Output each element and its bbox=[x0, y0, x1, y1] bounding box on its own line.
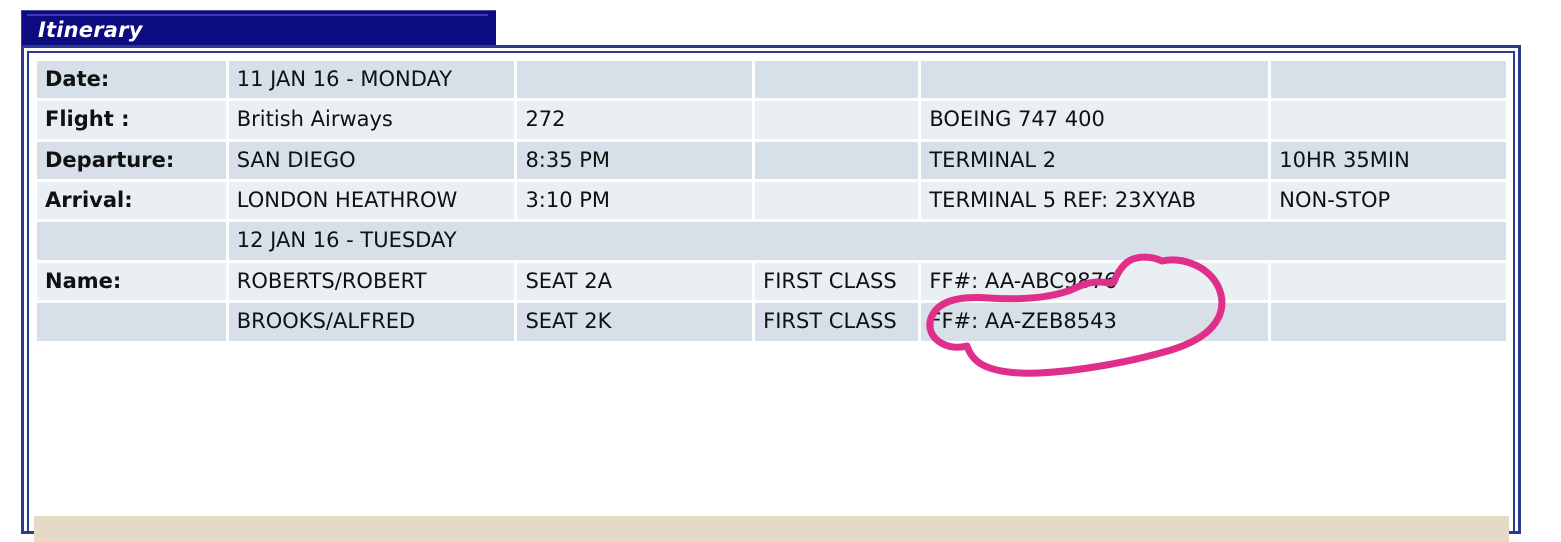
table-row: Name: ROBERTS/ROBERT SEAT 2A FIRST CLASS FF#… bbox=[37, 262, 1506, 301]
departure-city: SAN DIEGO bbox=[228, 141, 515, 180]
itinerary-table: Date: 11 JAN 16 - MONDAY Flight : British A… bbox=[34, 58, 1509, 344]
flight-airline: British Airways bbox=[228, 101, 515, 139]
table-row: BROOKS/ALFRED SEAT 2K FIRST CLASS FF#: AA-Z… bbox=[37, 303, 1506, 341]
departure-terminal: TERMINAL 2 bbox=[921, 141, 1269, 180]
flight-col6 bbox=[1271, 101, 1506, 139]
arrival-date-label-blank bbox=[37, 222, 226, 260]
date-value: 11 JAN 16 - MONDAY bbox=[228, 61, 515, 99]
date-col5 bbox=[921, 61, 1269, 99]
itinerary-panel: Date: 11 JAN 16 - MONDAY Flight : British A… bbox=[21, 45, 1521, 542]
passenger-2-class: FIRST CLASS bbox=[755, 303, 919, 341]
passenger-2-name: BROOKS/ALFRED bbox=[228, 303, 515, 341]
arrival-terminal-ref: TERMINAL 5 REF: 23XYAB bbox=[921, 182, 1269, 220]
flight-duration: 10HR 35MIN bbox=[1271, 141, 1506, 180]
itinerary-panel-inner: Date: 11 JAN 16 - MONDAY Flight : British A… bbox=[27, 51, 1515, 542]
flight-number: 272 bbox=[517, 101, 753, 139]
table-row: Departure: SAN DIEGO 8:35 PM TERMINAL 2 10HR… bbox=[37, 141, 1506, 180]
arrival-time: 3:10 PM bbox=[517, 182, 753, 220]
passenger-1-frequent-flyer: FF#: AA-ABC9876 bbox=[921, 262, 1269, 301]
passenger-1-col6 bbox=[1271, 262, 1506, 301]
date-col4 bbox=[755, 61, 919, 99]
row-label-flight: Flight : bbox=[37, 101, 226, 139]
table-row: Arrival: LONDON HEATHROW 3:10 PM TERMINAL 5… bbox=[37, 182, 1506, 220]
flight-aircraft: BOEING 747 400 bbox=[921, 101, 1269, 139]
row-label-name: Name: bbox=[37, 262, 226, 301]
passenger-2-col6 bbox=[1271, 303, 1506, 341]
itinerary-table-body: Date: 11 JAN 16 - MONDAY Flight : British A… bbox=[37, 61, 1506, 341]
passenger-2-label-blank bbox=[37, 303, 226, 341]
date-col3 bbox=[517, 61, 753, 99]
passenger-2-seat: SEAT 2K bbox=[517, 303, 753, 341]
row-label-date: Date: bbox=[37, 61, 226, 99]
date-col6 bbox=[1271, 61, 1506, 99]
table-row: 12 JAN 16 - TUESDAY bbox=[37, 222, 1506, 260]
tab-strip: Itinerary bbox=[21, 10, 496, 47]
arrival-city: LONDON HEATHROW bbox=[228, 182, 515, 220]
tab-itinerary[interactable]: Itinerary bbox=[21, 10, 496, 47]
table-row: Flight : British Airways 272 BOEING 747 400 bbox=[37, 101, 1506, 139]
flight-stops: NON-STOP bbox=[1271, 182, 1506, 220]
departure-col4 bbox=[755, 141, 919, 180]
tab-label: Itinerary bbox=[38, 18, 143, 42]
row-label-arrival: Arrival: bbox=[37, 182, 226, 220]
footer-strip bbox=[34, 516, 1509, 542]
passenger-1-class: FIRST CLASS bbox=[755, 262, 919, 301]
arrival-date-value: 12 JAN 16 - TUESDAY bbox=[228, 222, 1506, 260]
passenger-2-frequent-flyer: FF#: AA-ZEB8543 bbox=[921, 303, 1269, 341]
row-label-departure: Departure: bbox=[37, 141, 226, 180]
table-row: Date: 11 JAN 16 - MONDAY bbox=[37, 61, 1506, 99]
passenger-1-seat: SEAT 2A bbox=[517, 262, 753, 301]
arrival-col4 bbox=[755, 182, 919, 220]
flight-col4 bbox=[755, 101, 919, 139]
passenger-1-name: ROBERTS/ROBERT bbox=[228, 262, 515, 301]
departure-time: 8:35 PM bbox=[517, 141, 753, 180]
